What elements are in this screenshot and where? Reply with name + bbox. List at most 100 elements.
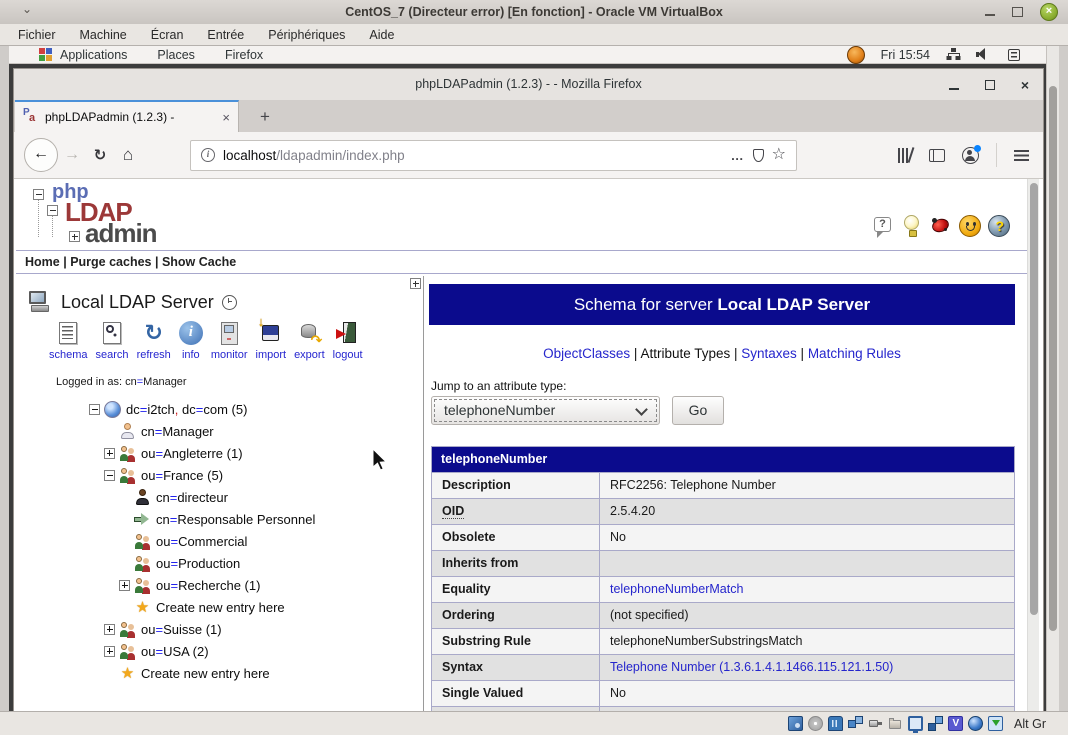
hamburger-menu-icon[interactable] xyxy=(1014,149,1029,161)
bug-icon[interactable] xyxy=(930,215,952,237)
tab-close-icon[interactable]: × xyxy=(222,110,230,125)
shared-folders-icon[interactable] xyxy=(888,716,903,731)
library-icon[interactable] xyxy=(898,147,912,163)
firefox-close-button[interactable]: × xyxy=(1021,77,1029,93)
tree-item[interactable]: ou=Production xyxy=(14,552,423,574)
keyboard-icon[interactable] xyxy=(988,716,1004,731)
schema-nav-item[interactable]: Syntaxes xyxy=(741,346,797,361)
tree-item[interactable]: ou=France (5) xyxy=(14,464,423,486)
pane-divider[interactable] xyxy=(423,276,424,711)
tree-item[interactable]: ou=Recherche (1) xyxy=(14,574,423,596)
attribute-value[interactable]: Telephone Number (1.3.6.1.4.1.1466.115.1… xyxy=(610,660,893,674)
tab-phpldapadmin[interactable]: phpLDAPadmin (1.2.3) - × xyxy=(15,100,239,132)
tree-item[interactable]: ou=Suisse (1) xyxy=(14,618,423,640)
pocket-shield-icon[interactable] xyxy=(752,148,764,162)
tree-item[interactable]: ou=USA (2) xyxy=(14,640,423,662)
sidebar-icon[interactable] xyxy=(929,148,945,162)
toolbar-item-schema[interactable]: schema xyxy=(46,321,91,361)
tree-item[interactable]: dc=i2tch, dc=com (5) xyxy=(14,398,423,420)
toolbar-item-export[interactable]: export xyxy=(291,321,328,361)
attribute-type-select[interactable]: telephoneNumber xyxy=(431,396,660,425)
schema-nav-item[interactable]: Matching Rules xyxy=(808,346,901,361)
gnome-clock[interactable]: Fri 15:54 xyxy=(881,48,930,62)
tree-item[interactable]: cn=Responsable Personnel xyxy=(14,508,423,530)
attribute-value[interactable]: telephoneNumberMatch xyxy=(610,582,743,596)
tooltip-icon[interactable] xyxy=(872,215,894,238)
page-scrollbar[interactable] xyxy=(1027,179,1039,711)
header-link[interactable]: Purge caches xyxy=(70,255,151,269)
idea-icon[interactable] xyxy=(901,215,923,237)
gnome-menu-firefox[interactable]: Firefox xyxy=(225,48,263,62)
usb-icon[interactable] xyxy=(868,716,883,731)
toolbar-item-monitor[interactable]: monitor xyxy=(208,321,251,361)
network-icon[interactable] xyxy=(946,48,960,61)
restore-button[interactable] xyxy=(1012,7,1023,17)
bookmark-star-icon[interactable] xyxy=(772,147,786,163)
vbox-menu-item[interactable]: Entrée xyxy=(207,28,244,42)
toolbar-item-logout[interactable]: logout xyxy=(330,321,366,361)
tree-item[interactable]: Create new entry here xyxy=(14,662,423,684)
schema-nav-item[interactable]: ObjectClasses xyxy=(543,346,630,361)
header-link[interactable]: Show Cache xyxy=(162,255,236,269)
expander-plus-icon[interactable] xyxy=(104,623,115,635)
tree-item[interactable]: ou=Angleterre (1) xyxy=(14,442,423,464)
vbox-menu-item[interactable]: Aide xyxy=(369,28,394,42)
hard-disk-icon[interactable] xyxy=(788,716,804,731)
tree-item[interactable]: Create new entry here xyxy=(14,596,423,618)
volume-icon[interactable] xyxy=(976,48,992,61)
tree-item[interactable]: cn=directeur xyxy=(14,486,423,508)
minimize-button[interactable] xyxy=(985,14,995,16)
tree-pane-toggle-icon[interactable] xyxy=(410,278,421,289)
server-name[interactable]: Local LDAP Server xyxy=(61,292,214,313)
vm-scrollbar-thumb[interactable] xyxy=(1049,86,1057,631)
toolbar-item-info[interactable]: info xyxy=(176,321,206,361)
network-icon[interactable] xyxy=(848,716,864,731)
back-button[interactable] xyxy=(24,138,58,172)
header-link[interactable]: Home xyxy=(25,255,60,269)
new-tab-button[interactable]: + xyxy=(252,104,278,130)
firefox-minimize-button[interactable] xyxy=(948,87,959,90)
gnome-menu-applications[interactable]: Applications xyxy=(39,47,127,62)
vm-scrollbar[interactable] xyxy=(1046,46,1059,711)
expander-plus-icon[interactable] xyxy=(119,579,130,591)
expander-minus-icon[interactable] xyxy=(104,469,115,481)
expander-plus-icon[interactable] xyxy=(104,645,115,657)
notifier-icon[interactable] xyxy=(846,46,865,64)
mouse-integration-icon[interactable] xyxy=(968,716,984,731)
help-icon[interactable] xyxy=(988,215,1010,237)
display-icon[interactable] xyxy=(908,716,924,733)
forward-button[interactable] xyxy=(58,146,86,164)
features-icon[interactable] xyxy=(948,716,964,731)
vbox-menu-item[interactable]: Périphériques xyxy=(268,28,345,42)
table-row: Substring Rule telephoneNumberSubstringsM… xyxy=(432,628,1014,654)
donate-icon[interactable] xyxy=(959,215,981,237)
expander-plus-icon[interactable] xyxy=(104,447,115,459)
server-heading[interactable]: Local LDAP Server xyxy=(27,291,237,313)
toolbar-item-import[interactable]: import xyxy=(253,314,290,361)
tree-item[interactable]: cn=Manager xyxy=(14,420,423,442)
vbox-menu-item[interactable]: Machine xyxy=(80,28,127,42)
audio-icon[interactable] xyxy=(828,716,844,731)
toolbar-item-search[interactable]: search xyxy=(93,321,132,361)
reload-button[interactable] xyxy=(86,146,114,164)
toolbar-item-refresh[interactable]: refresh xyxy=(134,321,174,361)
firefox-maximize-button[interactable] xyxy=(984,79,995,90)
site-info-icon[interactable] xyxy=(201,148,215,162)
go-button[interactable]: Go xyxy=(672,396,724,425)
table-row: Equality telephoneNumberMatch xyxy=(432,576,1014,602)
expander-minus-icon[interactable] xyxy=(89,403,100,415)
message-list-icon[interactable] xyxy=(1008,48,1020,61)
page-actions-icon[interactable]: … xyxy=(731,148,745,163)
url-text[interactable]: localhost/ldapadmin/index.php xyxy=(223,148,723,163)
page-scrollbar-thumb[interactable] xyxy=(1030,183,1038,615)
tree-item[interactable]: ou=Commercial xyxy=(14,530,423,552)
firefox-account-icon[interactable] xyxy=(962,144,981,164)
optical-disc-icon[interactable] xyxy=(808,716,824,731)
vbox-menu-item[interactable]: Fichier xyxy=(18,28,56,42)
gnome-menu-places[interactable]: Places xyxy=(157,48,195,62)
close-button[interactable]: × xyxy=(1040,3,1058,21)
home-button[interactable] xyxy=(114,145,142,165)
vbox-menu-item[interactable]: Écran xyxy=(151,28,184,42)
url-bar[interactable]: localhost/ldapadmin/index.php … xyxy=(190,139,797,171)
recording-icon[interactable] xyxy=(928,716,944,731)
